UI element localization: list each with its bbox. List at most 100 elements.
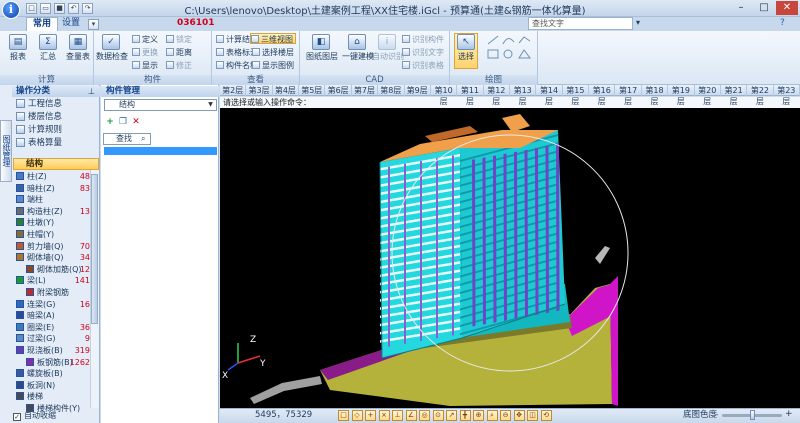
maximize-button[interactable]: □ [753, 1, 775, 15]
select-button[interactable]: ↖ 选择 [454, 33, 478, 69]
show-button[interactable]: 显示 [132, 60, 158, 71]
nav-item-project-info[interactable]: 工程信息 [16, 98, 62, 111]
floor-tab[interactable]: 第19层 [668, 85, 695, 106]
tree-item[interactable]: 板洞(N) [16, 380, 90, 392]
layer-icon[interactable]: ◫ [527, 410, 538, 421]
tree-item[interactable]: 圈梁(E) 36 [16, 322, 90, 334]
nav-item-calc-rules[interactable]: 计算规则 [16, 124, 62, 137]
quantity-table-button[interactable]: ▦ 查量表 [63, 34, 93, 70]
intersection-icon[interactable]: × [378, 410, 390, 421]
floor-tab[interactable]: 第2层 [220, 85, 247, 96]
data-check-button[interactable]: ✓ 数据检查 [96, 34, 128, 70]
floor-tab[interactable]: 第6层 [325, 85, 352, 96]
define-button[interactable]: 定义 [132, 34, 158, 45]
search-input[interactable]: 查找文字 [528, 17, 633, 30]
zoom-window-icon[interactable]: ⊕ [473, 410, 484, 421]
tree-item[interactable]: 楼梯 [16, 391, 90, 403]
floor-tab[interactable]: 第20层 [695, 85, 721, 106]
show-legend-button[interactable]: 显示图例 [252, 60, 294, 71]
identify-component-button[interactable]: 识别构件 [402, 34, 444, 45]
quick-undo-icon[interactable]: ↶ [68, 3, 79, 14]
tree-item[interactable]: 砌体加筋(Q) 12 [26, 264, 90, 276]
floor-tab[interactable]: 第12层 [484, 85, 510, 106]
auto-identify-button[interactable]: i 自动识别 [372, 34, 404, 70]
circle-snap-icon[interactable]: ⊙ [432, 410, 444, 421]
tree-item[interactable]: 柱帽(Y) [16, 229, 90, 241]
tree-item[interactable]: 现浇板(B) 319 [16, 345, 90, 357]
zoom-extent-icon[interactable]: ⊖ [500, 410, 511, 421]
ortho-icon[interactable]: ╋ [459, 410, 471, 421]
close-button[interactable]: ✕ [776, 1, 798, 15]
one-click-build-button[interactable]: ⌂ 一键建模 [342, 34, 374, 70]
vertex-snap-icon[interactable]: ◇ [351, 410, 363, 421]
tree-item[interactable]: 附梁钢筋 [26, 287, 90, 299]
help-icon[interactable]: ? [780, 18, 792, 29]
floor-tab[interactable]: 第14层 [536, 85, 563, 106]
add-icon[interactable]: + [105, 117, 115, 127]
floor-tab[interactable]: 第17层 [615, 85, 642, 106]
tree-item[interactable]: 螺旋板(B) [16, 368, 90, 380]
floor-tab[interactable]: 第15层 [563, 85, 590, 106]
color-depth-slider-thumb[interactable] [749, 410, 755, 420]
floor-tab[interactable]: 第8层 [378, 85, 405, 96]
zoom-icon[interactable]: ⌕ [486, 410, 498, 421]
category-structure[interactable]: 结构 [13, 158, 99, 170]
app-logo-icon[interactable]: i [2, 1, 20, 19]
left-scrollbar-thumb[interactable] [91, 174, 98, 324]
tree-item[interactable]: 剪力墙(Q) 70 [16, 241, 90, 253]
tree-item[interactable]: 端柱 [16, 194, 90, 206]
floor-tab[interactable]: 第7层 [352, 85, 379, 96]
identify-text-button[interactable]: 识别文字 [402, 47, 444, 58]
delete-icon[interactable]: ✕ [131, 117, 141, 127]
3d-viewport[interactable]: Z Y X [220, 108, 800, 408]
floor-tab[interactable]: 第16层 [589, 85, 616, 106]
tree-item[interactable]: 柱(Z) 48 [16, 171, 90, 183]
tree-item[interactable]: 过梁(G) 9 [16, 333, 90, 345]
search-icon[interactable]: ⌕ [141, 134, 145, 144]
pan-icon[interactable]: ✥ [513, 410, 525, 421]
floor-tab[interactable]: 第18层 [642, 85, 669, 106]
quick-save-icon[interactable]: ■ [54, 3, 65, 14]
tree-item[interactable]: 板钢筋(B) 1262 [26, 357, 90, 369]
component-type-select[interactable]: 结构 ▼ [104, 99, 217, 111]
floor-tab[interactable]: 第9层 [405, 85, 431, 96]
floor-tab[interactable]: 第21层 [721, 85, 748, 106]
change-button[interactable]: 更换 [132, 47, 158, 58]
drawing-layer-button[interactable]: ◧ 图纸图层 [306, 34, 338, 70]
view-3d-button[interactable]: 三维视图 [250, 33, 296, 44]
copy-icon[interactable]: ❐ [118, 117, 128, 127]
report-button[interactable]: ▤ 报表 [3, 34, 33, 70]
floor-tab[interactable]: 第3层 [246, 85, 273, 96]
tree-item[interactable]: 构造柱(Z) 13 [16, 206, 90, 218]
tree-item[interactable]: 梁(L) 141 [16, 275, 90, 287]
rotate-icon[interactable]: ⟲ [540, 410, 552, 421]
nav-item-floor-info[interactable]: 楼层信息 [16, 111, 62, 124]
perpendicular-icon[interactable]: ⊥ [392, 410, 403, 421]
quick-new-icon[interactable]: □ [26, 3, 37, 14]
floor-tab[interactable]: 第5层 [299, 85, 326, 96]
zoom-in-icon[interactable]: + [785, 409, 793, 419]
quick-open-icon[interactable]: ▭ [40, 3, 51, 14]
center-icon[interactable]: ◎ [419, 410, 430, 421]
side-tab-drawing-manager[interactable]: 图纸管理 [0, 120, 12, 182]
tree-item[interactable]: 砌体墙(Q) 34 [16, 252, 90, 264]
tree-item[interactable]: 楼梯构件(Y) [26, 403, 90, 415]
tab-settings[interactable]: 设置 [56, 17, 86, 31]
lock-button[interactable]: 锁定 [166, 34, 192, 45]
nav-item-table-calc[interactable]: 表格算量 [16, 137, 62, 150]
floor-tab[interactable]: 第4层 [273, 85, 300, 96]
select-floor-button[interactable]: 选择楼层 [252, 47, 294, 58]
angle-icon[interactable]: ∠ [405, 410, 417, 421]
modify-button[interactable]: 修正 [166, 60, 192, 71]
tree-item[interactable]: 暗梁(A) [16, 310, 90, 322]
midpoint-icon[interactable]: + [365, 410, 376, 421]
zoom-out-icon[interactable]: – [714, 410, 719, 420]
floor-tab[interactable]: 第11层 [457, 85, 484, 106]
minimize-button[interactable]: – [730, 1, 752, 15]
identify-table-button[interactable]: 识别表格 [402, 60, 444, 71]
floor-tab[interactable]: 第23层 [774, 85, 800, 106]
tree-item[interactable]: 连梁(G) 16 [16, 299, 90, 311]
extend-icon[interactable]: ↗ [446, 410, 457, 421]
grid-snap-icon[interactable]: □ [338, 410, 349, 421]
floor-tab[interactable]: 第10层 [431, 85, 458, 106]
